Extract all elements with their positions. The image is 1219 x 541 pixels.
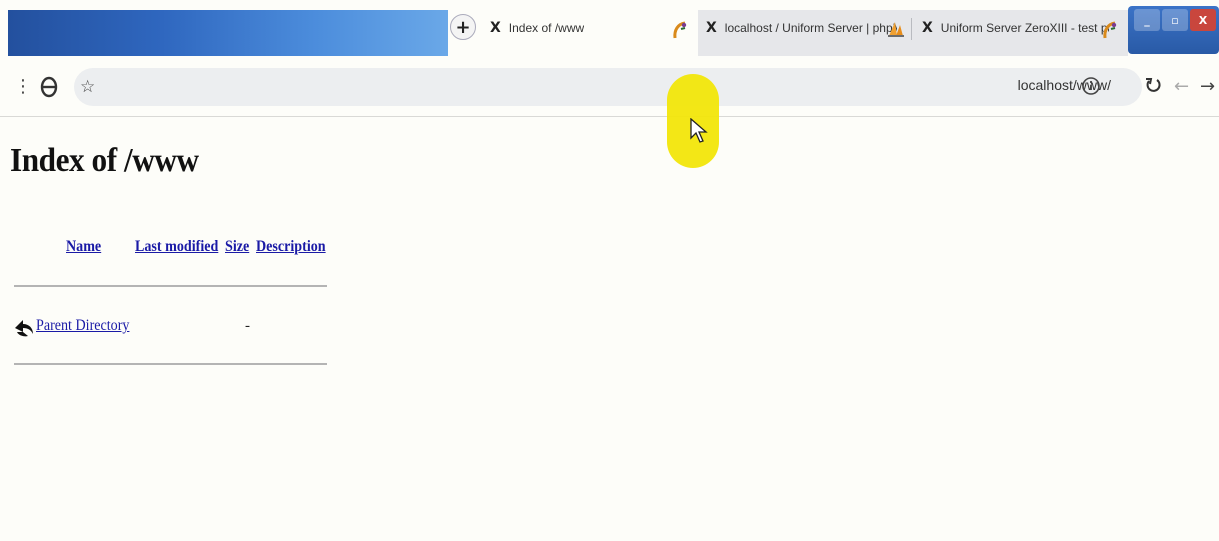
minimize-icon: _: [1144, 13, 1150, 27]
phpmyadmin-favicon-icon: [888, 22, 904, 37]
close-icon: X: [1198, 13, 1208, 27]
header-divider: [14, 285, 327, 287]
site-info-icon[interactable]: [1081, 76, 1101, 96]
page-title: Index of /www: [10, 142, 199, 179]
tab-title: localhost / Uniform Server | phpM: [724, 21, 897, 35]
plus-icon: +: [455, 16, 471, 38]
column-header-description[interactable]: Description: [256, 238, 326, 256]
footer-divider: [14, 363, 327, 365]
desktop-background: [8, 10, 448, 56]
uniform-server-favicon-icon: [673, 21, 687, 39]
tab-uniform-server-test[interactable]: X Uniform Server ZeroXIII - test pa: [922, 10, 1109, 46]
tab-strip: + X Index of /www X localhost / Uniform …: [0, 0, 1219, 58]
tab-index-of-www[interactable]: X Index of /www: [490, 10, 584, 46]
minimize-button[interactable]: _: [1134, 9, 1160, 31]
toolbar-divider: [0, 116, 1219, 117]
address-bar[interactable]: [74, 68, 1142, 106]
window-controls: _ ▫ X: [1128, 6, 1219, 54]
tab-close-icon[interactable]: X: [922, 20, 933, 36]
column-header-last-modified[interactable]: Last modified: [135, 238, 218, 256]
uniform-server-favicon-icon: [1103, 21, 1117, 39]
back-arrow-icon: [15, 320, 33, 337]
mouse-pointer-icon: [690, 118, 708, 143]
tab-title: Index of /www: [508, 21, 585, 35]
column-header-size[interactable]: Size: [225, 238, 249, 256]
bookmark-star-icon[interactable]: ☆: [80, 76, 95, 98]
tab-close-icon[interactable]: X: [706, 20, 717, 36]
row-size: -: [245, 318, 250, 334]
tab-title: Uniform Server ZeroXIII - test pa: [940, 21, 1109, 35]
close-window-button[interactable]: X: [1190, 9, 1216, 31]
menu-kebab-icon[interactable]: ⋮: [14, 76, 32, 98]
new-tab-button[interactable]: +: [450, 14, 476, 40]
maximize-icon: ▫: [1171, 13, 1179, 27]
column-header-name[interactable]: Name: [66, 238, 101, 256]
profile-icon[interactable]: [40, 76, 58, 98]
tab-close-icon[interactable]: X: [490, 20, 501, 36]
address-bar-row: ⋮ ☆ localhost/www/ ← →: [0, 62, 1219, 114]
tab-phpmyadmin[interactable]: X localhost / Uniform Server | phpM: [706, 10, 897, 46]
reload-icon[interactable]: [1144, 76, 1162, 96]
forward-icon[interactable]: →: [1200, 76, 1215, 98]
maximize-button[interactable]: ▫: [1162, 9, 1188, 31]
tab-separator: [911, 18, 912, 40]
parent-directory-link[interactable]: Parent Directory: [36, 317, 129, 335]
back-icon[interactable]: ←: [1174, 76, 1189, 98]
